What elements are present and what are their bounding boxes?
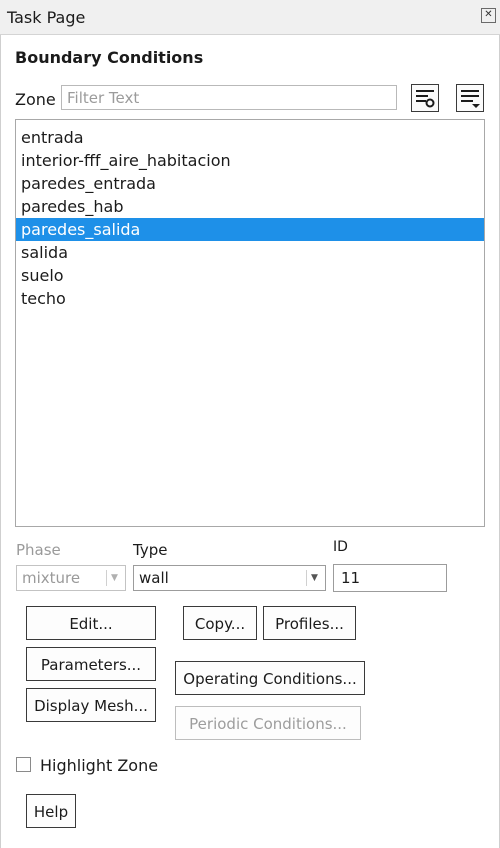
list-filter-button[interactable] xyxy=(456,84,484,112)
list-item[interactable]: paredes_entrada xyxy=(16,172,484,195)
window-title: Task Page xyxy=(7,8,86,27)
title-bar: Task Page ✕ xyxy=(0,0,500,35)
edit-button[interactable]: Edit... xyxy=(26,606,156,640)
copy-button[interactable]: Copy... xyxy=(183,606,257,640)
list-item[interactable]: suelo xyxy=(16,264,484,287)
list-item[interactable]: paredes_hab xyxy=(16,195,484,218)
id-label: ID xyxy=(333,539,348,555)
filter-settings-icon xyxy=(416,90,435,108)
type-select[interactable]: wall ▼ xyxy=(133,565,326,591)
phase-select: mixture ▼ xyxy=(16,565,126,591)
list-item[interactable]: salida xyxy=(16,241,484,264)
list-filter-icon xyxy=(461,90,480,108)
list-item[interactable]: interior-fff_aire_habitacion xyxy=(16,149,484,172)
zone-list[interactable]: entrada interior-fff_aire_habitacion pared… xyxy=(15,119,485,527)
periodic-conditions-button: Periodic Conditions... xyxy=(175,706,361,740)
zone-label: Zone xyxy=(15,90,56,109)
operating-conditions-button[interactable]: Operating Conditions... xyxy=(175,661,365,695)
chevron-down-icon: ▼ xyxy=(106,570,122,586)
highlight-zone-label: Highlight Zone xyxy=(40,756,159,775)
phase-label: Phase xyxy=(16,541,61,559)
type-label: Type xyxy=(133,541,168,559)
close-icon[interactable]: ✕ xyxy=(481,8,496,23)
list-item[interactable]: techo xyxy=(16,287,484,310)
highlight-zone-checkbox[interactable] xyxy=(16,757,31,772)
parameters-button[interactable]: Parameters... xyxy=(26,647,156,681)
list-item[interactable]: entrada xyxy=(16,126,484,149)
display-mesh-button[interactable]: Display Mesh... xyxy=(26,688,156,722)
help-button[interactable]: Help xyxy=(26,794,76,828)
type-value: wall xyxy=(139,569,169,587)
filter-settings-button[interactable] xyxy=(411,84,439,112)
chevron-down-icon[interactable]: ▼ xyxy=(306,570,322,586)
filter-text-input[interactable] xyxy=(61,85,397,110)
profiles-button[interactable]: Profiles... xyxy=(263,606,356,640)
id-field[interactable]: 11 xyxy=(333,564,447,592)
page-title: Boundary Conditions xyxy=(15,48,204,67)
list-item[interactable]: paredes_salida xyxy=(16,218,484,241)
phase-value: mixture xyxy=(22,569,81,587)
